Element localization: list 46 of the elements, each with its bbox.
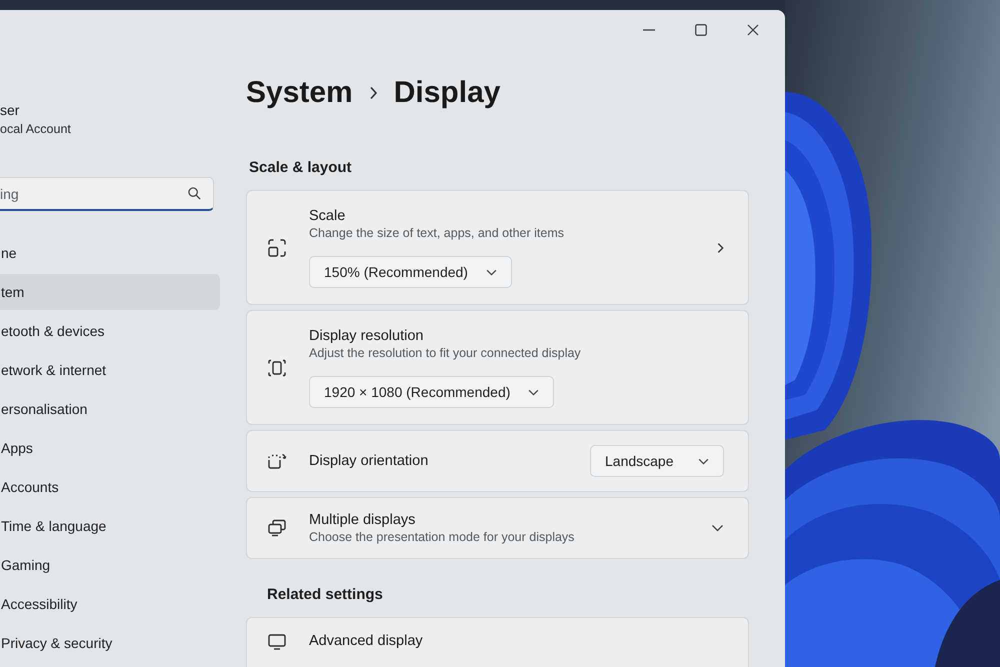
chevron-down-icon (528, 388, 540, 396)
monitor-icon (267, 632, 287, 652)
nav-item[interactable]: Accessibility (0, 586, 220, 622)
chevron-right-icon (368, 86, 378, 100)
close-icon (747, 24, 759, 36)
minimize-icon (643, 29, 655, 31)
rotate-screen-icon (267, 451, 287, 471)
card-title: Multiple displays (309, 510, 416, 528)
chevron-down-icon (698, 458, 709, 464)
settings-card[interactable]: Scale Change the size of text, apps, and other items 150% (Recommended) (246, 190, 749, 305)
card-description: Choose the presentation mode for your displays (309, 528, 574, 546)
chevron-down-icon (486, 268, 497, 276)
breadcrumb-link[interactable]: System (246, 74, 353, 112)
nav-item[interactable]: Privacy & security (0, 625, 220, 661)
two-monitors-icon (267, 518, 287, 538)
nav-item[interactable]: Time & language (0, 508, 220, 544)
nav-item[interactable]: Apps (0, 430, 220, 466)
dropdown-button[interactable]: 1920 × 1080 (Recommended) (309, 376, 554, 408)
card-title: Display orientation (309, 452, 428, 470)
chevron-right-icon (717, 242, 724, 254)
nav-item[interactable]: ne (0, 235, 220, 271)
card-title: Advanced display (309, 632, 423, 650)
page-title: Display (394, 75, 500, 111)
nav-item[interactable]: etwork & internet (0, 352, 220, 388)
settings-card[interactable]: Advanced display (246, 617, 749, 667)
search-field[interactable]: ing (0, 177, 214, 211)
resize-corners-icon (267, 238, 287, 258)
section-heading: Related settings (267, 585, 384, 605)
card-title: Scale (309, 207, 346, 225)
nav-item[interactable]: Accounts (0, 469, 220, 505)
screen-brackets-icon (267, 358, 287, 378)
settings-card[interactable]: Multiple displays Choose the presentation mode for your displays (246, 497, 749, 559)
dropdown-button[interactable]: 150% (Recommended) (309, 256, 512, 288)
account-name: ser (0, 102, 20, 119)
maximize-icon (695, 24, 707, 36)
card-description: Change the size of text, apps, and other items (309, 225, 564, 242)
nav-item[interactable]: Gaming (0, 547, 220, 583)
nav-item[interactable]: etooth & devices (0, 313, 220, 349)
search-icon (188, 187, 201, 200)
card-title: Display resolution (309, 327, 424, 345)
dropdown-button[interactable]: Landscape (590, 445, 724, 477)
section-heading: Scale & layout (249, 158, 353, 178)
nav-item[interactable]: ersonalisation (0, 391, 220, 427)
card-description: Adjust the resolution to fit your connected display (309, 345, 581, 362)
account-type: ocal Account (0, 122, 71, 137)
nav-item[interactable]: tem (0, 274, 220, 310)
